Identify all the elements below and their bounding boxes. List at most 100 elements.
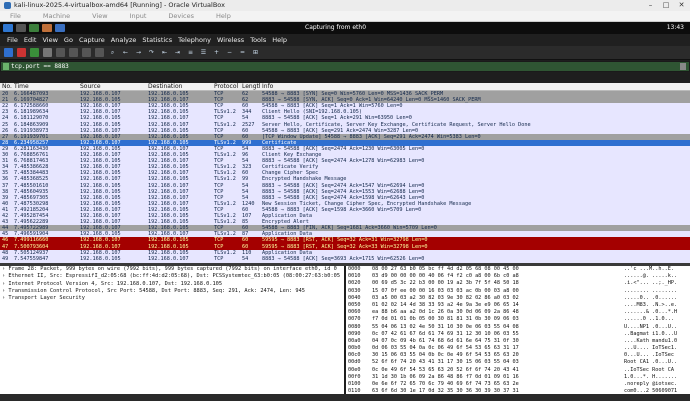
col-length[interactable]: Length [242, 83, 260, 91]
filter-bookmark-icon[interactable] [3, 63, 9, 70]
main-toolbar: ⌕ ← → ↷ ⇤ ⇥ ≡ ☰ + − = ⊞ [0, 46, 690, 60]
hex-off: 0000 [348, 266, 361, 272]
terminal-icon[interactable] [29, 24, 39, 32]
hex-row[interactable]: 0010 03 d9 00 00 00 00 40 06 f4 f2 c0 a8 … [346, 273, 690, 280]
restart-capture-icon[interactable] [30, 48, 39, 57]
open-file-icon[interactable] [56, 48, 65, 57]
close-icon[interactable]: ✕ [677, 0, 686, 11]
guest-window-title: Capturing from eth0 [305, 24, 367, 31]
packet-cell-src: 192.168.0.105 [80, 255, 121, 262]
hex-bytes: 0d 06 03 55 04 0a 0c 06 49 6f 54 53 65 6… [372, 345, 519, 352]
go-to-packet-icon[interactable]: ↷ [147, 48, 156, 57]
col-protocol[interactable]: Protocol [214, 83, 242, 91]
hex-ascii: .......& .0...*.H [624, 309, 678, 316]
hex-row[interactable]: 0020 00 69 d5 3c 22 b3 00 00 19 a2 3b 7f … [346, 280, 690, 287]
firefox-icon[interactable] [42, 24, 52, 32]
display-filter-input[interactable]: tcp.port == 8883 [11, 63, 69, 70]
apply-filter-icon[interactable] [680, 63, 686, 70]
hex-row[interactable]: 0040 03 a5 00 03 a2 30 82 03 9e 30 82 02 … [346, 295, 690, 302]
close-file-icon[interactable] [82, 48, 91, 57]
hex-bytes: 31 1d 30 1b 06 09 2a 86 48 86 f7 0d 01 0… [372, 373, 519, 380]
hex-bytes: 52 6f 6f 74 20 43 41 31 17 30 15 06 03 5… [372, 359, 519, 366]
window-controls: – □ ✕ [646, 0, 686, 11]
zoom-out-icon[interactable]: − [225, 48, 234, 57]
status-bar [0, 394, 690, 401]
hex-row[interactable]: 0030 15 07 0f ee 00 00 16 03 03 03 ac 0b … [346, 288, 690, 295]
hex-row[interactable]: 0050 01 02 02 14 4d 38 33 93 a2 4e 9a 3e … [346, 302, 690, 309]
hex-ascii: ..IoTSec Root CA [624, 366, 674, 373]
col-source[interactable]: Source [80, 83, 148, 91]
col-info[interactable]: Info [262, 83, 690, 91]
hex-row[interactable]: 0070 f7 0d 01 01 0b 05 00 30 81 81 31 0b … [346, 316, 690, 323]
hex-row[interactable]: 00d0 52 6f 6f 74 20 43 41 31 17 30 15 06 … [346, 359, 690, 366]
save-file-icon[interactable] [69, 48, 78, 57]
hex-row[interactable]: 0000 08 00 27 63 b0 05 bc ff 4d d2 05 68 … [346, 266, 690, 273]
hex-row[interactable]: 0090 0c 07 42 61 67 6d 61 74 69 31 12 30 … [346, 331, 690, 338]
hex-ascii: ..Bagmat i1.0...U [624, 330, 678, 337]
kali-menu-icon[interactable] [3, 24, 13, 32]
last-packet-icon[interactable]: ⇥ [173, 48, 182, 57]
hex-off: 0070 [348, 316, 361, 323]
hex-row[interactable]: 0060 ea 88 b6 aa a2 0d 1c 26 0a 30 0d 06 … [346, 309, 690, 316]
hex-row[interactable]: 00a0 04 07 0c 09 4b 61 74 68 6d 61 6e 64 … [346, 338, 690, 345]
workspace-icon[interactable] [16, 24, 26, 32]
packet-row[interactable]: 49 7.547559847 192.168.0.105 192.168.0.107 T… [0, 255, 690, 263]
hex-row[interactable]: 0080 55 04 06 13 02 4e 50 31 10 30 0e 06 … [346, 324, 690, 331]
detail-ethernet[interactable]: › Ethernet II, Src: EspressifI_d2:05:68 … [0, 273, 344, 280]
detail-tls[interactable]: › Transport Layer Security [0, 295, 344, 302]
zoom-in-icon[interactable]: + [212, 48, 221, 57]
vbox-menu-view[interactable]: View [82, 11, 119, 21]
resize-columns-icon[interactable]: ⊞ [251, 48, 260, 57]
vbox-menu-devices[interactable]: Devices [158, 11, 206, 21]
wireshark-taskbar-icon[interactable] [55, 24, 65, 32]
hex-bytes: 15 07 0f ee 00 00 16 03 03 03 ac 0b 00 0… [372, 287, 519, 294]
find-packet-icon[interactable]: ⌕ [108, 48, 117, 57]
colorize-icon[interactable]: ☰ [199, 48, 208, 57]
hex-bytes: 30 15 06 03 55 04 0b 0c 0e 49 6f 54 53 6… [372, 352, 519, 359]
hex-row[interactable]: 0100 0e 6e 6f 72 65 70 6c 79 40 69 6f 74 … [346, 381, 690, 388]
hex-bytes: 0c 07 42 61 67 6d 61 74 69 31 12 30 10 0… [372, 330, 519, 337]
reload-icon[interactable] [95, 48, 104, 57]
vbox-menu-machine[interactable]: Machine [33, 11, 82, 21]
stop-capture-icon[interactable] [17, 48, 26, 57]
go-forward-icon[interactable]: → [134, 48, 143, 57]
hex-off: 00b0 [348, 345, 361, 352]
hex-off: 0030 [348, 287, 361, 294]
hex-bytes: 0c 0e 49 6f 54 53 65 63 20 52 6f 6f 74 2… [372, 366, 519, 373]
capture-options-icon[interactable] [43, 48, 52, 57]
hex-bytes: ea 88 b6 aa a2 0d 1c 26 0a 30 0d 06 09 2… [372, 309, 519, 316]
hex-off: 00c0 [348, 352, 361, 359]
hex-row[interactable]: 00f0 31 1d 30 1b 06 09 2a 86 48 86 f7 0d … [346, 374, 690, 381]
packet-list: 20 6.166487093 192.168.0.107 192.168.0.105 T… [0, 83, 690, 263]
hex-bytes: 00 69 d5 3c 22 b3 00 00 19 a2 3b 7f 5f 4… [372, 280, 519, 287]
hex-off: 0020 [348, 280, 361, 287]
hex-off: 0060 [348, 309, 361, 316]
display-filter-bar[interactable]: tcp.port == 8883 [0, 61, 690, 72]
first-packet-icon[interactable]: ⇤ [160, 48, 169, 57]
hex-ascii: U....NP1 .0...U.. [624, 323, 678, 330]
col-time[interactable]: Time [14, 83, 80, 91]
hex-ascii: ......0 ..1.0... [624, 316, 674, 323]
hex-ascii: ....M83. .N.>..e. [624, 301, 678, 308]
hex-row[interactable]: 00e0 0c 0e 49 6f 54 53 65 63 20 52 6f 6f … [346, 367, 690, 374]
packet-cell-dst: 192.168.0.107 [148, 255, 189, 262]
detail-ipv4[interactable]: › Internet Protocol Version 4, Src: 192.… [0, 281, 344, 288]
hex-off: 0100 [348, 381, 361, 387]
hex-ascii: ........ ........ [624, 287, 678, 294]
vbox-menu-file[interactable]: File [0, 11, 33, 21]
start-capture-icon[interactable] [4, 48, 13, 57]
go-back-icon[interactable]: ← [121, 48, 130, 57]
vbox-menu-help[interactable]: Help [206, 11, 243, 21]
detail-tcp[interactable]: › Transmission Control Protocol, Src Por… [0, 288, 344, 295]
hex-row[interactable]: 00c0 30 15 06 03 55 04 0b 0c 0e 49 6f 54 … [346, 352, 690, 359]
autoscroll-icon[interactable]: ≡ [186, 48, 195, 57]
col-destination[interactable]: Destination [148, 83, 212, 91]
hex-row[interactable]: 00b0 0d 06 03 55 04 0a 0c 06 49 6f 54 53 … [346, 345, 690, 352]
guest-top-panel: Capturing from eth0 13:43 [0, 22, 690, 34]
detail-frame[interactable]: › Frame 28: Packet, 999 bytes on wire (7… [0, 266, 344, 273]
minimize-icon[interactable]: – [646, 0, 655, 11]
virtualbox-window-title: kali-linux-2025.4-virtualbox-amd64 [Runn… [14, 1, 225, 9]
normal-size-icon[interactable]: = [238, 48, 247, 57]
vbox-menu-input[interactable]: Input [120, 11, 159, 21]
maximize-icon[interactable]: □ [662, 0, 671, 11]
